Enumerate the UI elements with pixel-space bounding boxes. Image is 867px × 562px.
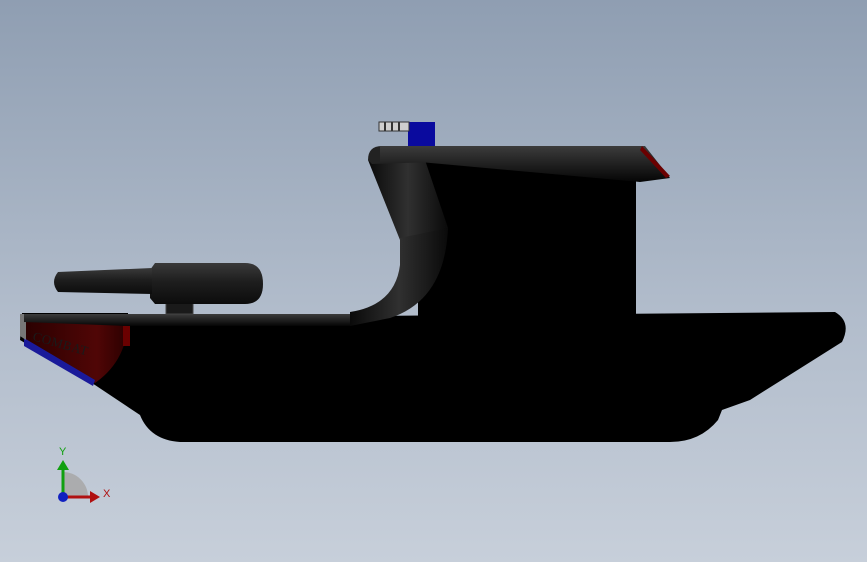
bow-marker — [123, 326, 130, 346]
boat-model[interactable]: COMBAT — [20, 121, 846, 442]
triad-arc — [63, 472, 88, 497]
axis-triad: Y X — [57, 446, 111, 503]
z-axis-dot — [58, 492, 68, 502]
x-axis-arrow — [90, 491, 100, 503]
x-axis-label: X — [103, 488, 111, 500]
beacon-light[interactable] — [408, 122, 435, 146]
antenna-bar — [378, 121, 410, 132]
deck-gun[interactable] — [54, 263, 263, 315]
cabin-block[interactable] — [418, 160, 636, 320]
cad-viewport[interactable]: COMBAT Y X — [0, 0, 867, 562]
hull-body[interactable] — [20, 312, 846, 442]
y-axis-arrow — [57, 460, 69, 470]
y-axis-label: Y — [59, 446, 67, 458]
gun-barrel — [54, 268, 152, 294]
gun-body — [150, 263, 263, 304]
